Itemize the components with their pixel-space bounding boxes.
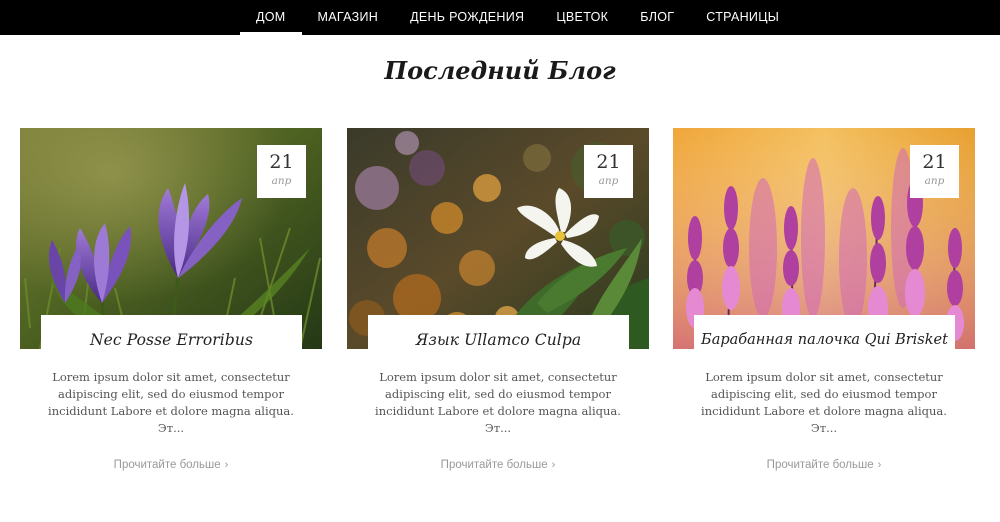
chevron-right-icon: › (877, 459, 882, 471)
nav-item-flower[interactable]: ЦВЕТОК (540, 0, 624, 35)
date-day: 21 (922, 151, 947, 173)
chevron-right-icon: › (551, 459, 556, 471)
title-box: Язык Ullamco Culpa (368, 315, 629, 355)
nav-item-shop[interactable]: МАГАЗИН (302, 0, 395, 35)
top-navigation: ДОМ МАГАЗИН ДЕНЬ РОЖДЕНИЯ ЦВЕТОК БЛОГ СТ… (0, 0, 1000, 35)
blog-card: 21 апр Nec Posse Erroribus Lorem ipsum d… (20, 128, 322, 488)
read-more-link[interactable]: Прочитайте больше › (347, 459, 649, 471)
read-more-label: Прочитайте больше (113, 459, 221, 471)
section-title: Последний Блог (384, 56, 616, 85)
date-day: 21 (596, 151, 621, 173)
post-excerpt: Lorem ipsum dolor sit amet, consectetur … (701, 370, 947, 435)
post-title[interactable]: Барабанная палочка Qui Brisket (701, 332, 948, 348)
blog-card: 21 апр Язык Ullamco Culpa Lorem ipsum do… (347, 128, 649, 488)
nav-item-birthday[interactable]: ДЕНЬ РОЖДЕНИЯ (394, 0, 540, 35)
read-more-link[interactable]: Прочитайте больше › (673, 459, 975, 471)
date-day: 21 (269, 151, 294, 173)
date-badge: 21 апр (257, 145, 306, 198)
nav-item-home[interactable]: ДОМ (240, 0, 302, 35)
date-month: апр (598, 175, 619, 187)
nav-item-blog[interactable]: БЛОГ (624, 0, 690, 35)
read-more-label: Прочитайте больше (440, 459, 548, 471)
nav-menu: ДОМ МАГАЗИН ДЕНЬ РОЖДЕНИЯ ЦВЕТОК БЛОГ СТ… (240, 0, 795, 35)
date-badge: 21 апр (910, 145, 959, 198)
read-more-label: Прочитайте больше (766, 459, 874, 471)
post-title[interactable]: Nec Posse Erroribus (90, 331, 253, 349)
chevron-right-icon: › (224, 459, 229, 471)
date-badge: 21 апр (584, 145, 633, 198)
date-month: апр (924, 175, 945, 187)
title-box: Барабанная палочка Qui Brisket (694, 315, 955, 355)
post-excerpt: Lorem ipsum dolor sit amet, consectetur … (375, 370, 621, 435)
read-more-link[interactable]: Прочитайте больше › (20, 459, 322, 471)
post-excerpt: Lorem ipsum dolor sit amet, consectetur … (48, 370, 294, 435)
post-title[interactable]: Язык Ullamco Culpa (416, 331, 581, 349)
nav-item-pages[interactable]: СТРАНИЦЫ (690, 0, 795, 35)
blog-card: 21 апр Барабанная палочка Qui Brisket Lo… (673, 128, 975, 488)
title-box: Nec Posse Erroribus (41, 315, 302, 355)
date-month: апр (271, 175, 292, 187)
